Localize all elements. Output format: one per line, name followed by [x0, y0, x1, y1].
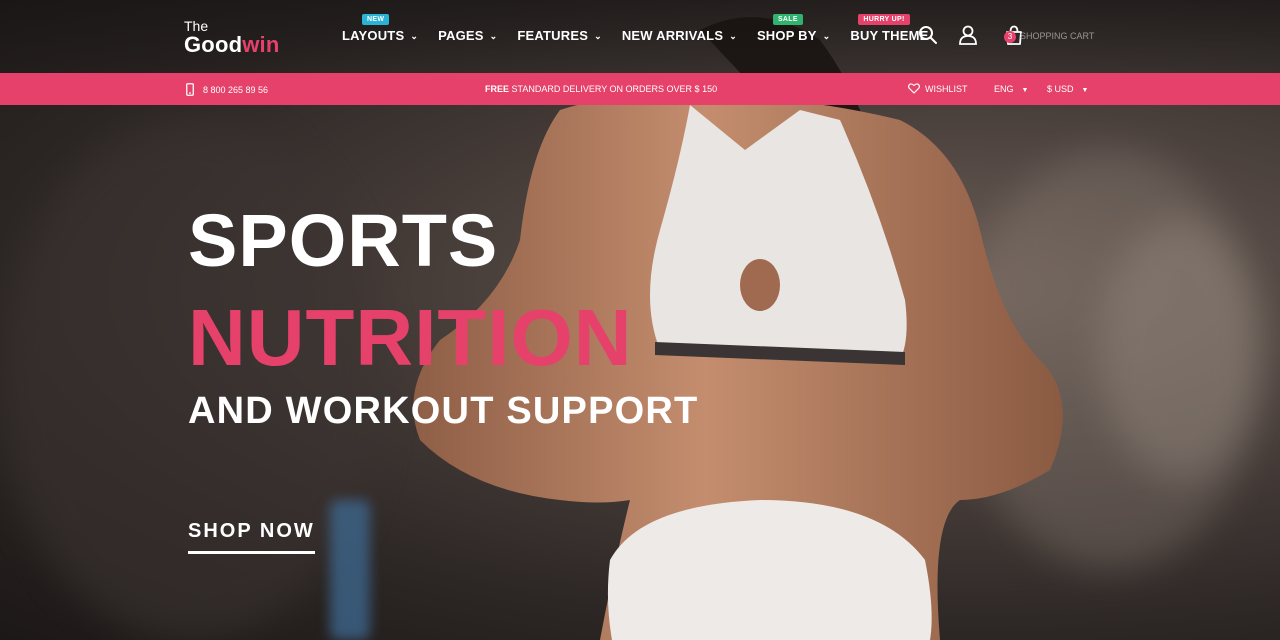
- nav-label: NEW ARRIVALS: [621, 28, 724, 43]
- phone-icon: [186, 83, 194, 96]
- site-header: The Goodwin NEW LAYOUTS ⌄ PAGES ⌄ FEATUR…: [0, 0, 1280, 73]
- chevron-down-icon: ⌄: [489, 31, 498, 41]
- nav-badge-new: NEW: [362, 14, 390, 25]
- main-nav: NEW LAYOUTS ⌄ PAGES ⌄ FEATURES ⌄ NEW ARR…: [342, 14, 949, 43]
- logo[interactable]: The Goodwin: [184, 19, 280, 56]
- nav-item-shop-by[interactable]: SALE SHOP BY ⌄: [756, 14, 831, 43]
- delivery-text: STANDARD DELIVERY ON ORDERS OVER $ 150: [509, 84, 718, 94]
- delivery-bold: FREE: [485, 84, 510, 94]
- language-value: ENG: [994, 84, 1014, 94]
- nav-label: LAYOUTS: [342, 28, 405, 43]
- currency-select[interactable]: $ USD ▼: [1047, 84, 1088, 94]
- hero-title-line1: SPORTS: [188, 199, 499, 282]
- logo-big-text: Goodwin: [184, 32, 280, 57]
- caret-down-icon: ▼: [1021, 87, 1029, 94]
- logo-small-text: The: [184, 18, 209, 34]
- nav-item-layouts[interactable]: NEW LAYOUTS ⌄: [342, 14, 419, 43]
- nav-item-new-arrivals[interactable]: NEW ARRIVALS ⌄: [622, 28, 737, 43]
- wishlist-label: WISHLIST: [925, 83, 968, 94]
- nav-label: SHOP BY: [756, 28, 817, 43]
- nav-badge-sale: SALE: [772, 14, 803, 25]
- caret-down-icon: ▼: [1081, 87, 1089, 94]
- phone-contact[interactable]: 8 800 265 89 56: [186, 83, 268, 96]
- heart-icon: [908, 83, 920, 94]
- chevron-down-icon: ⌄: [729, 31, 737, 41]
- delivery-notice: FREE STANDARD DELIVERY ON ORDERS OVER $ …: [485, 84, 717, 94]
- hero-title-line2: NUTRITION: [188, 293, 633, 382]
- nav-badge-hurry-up: HURRY UP!: [858, 14, 910, 25]
- language-select[interactable]: ENG ▼: [994, 84, 1028, 94]
- nav-item-pages[interactable]: PAGES ⌄: [438, 28, 497, 43]
- cart-label[interactable]: SHOPPING CART: [1020, 31, 1094, 41]
- wishlist-link[interactable]: WISHLIST: [908, 83, 968, 94]
- chevron-down-icon: ⌄: [410, 31, 419, 41]
- nav-label: PAGES: [438, 28, 484, 43]
- nav-item-buy-theme[interactable]: HURRY UP! BUY THEME: [850, 14, 929, 43]
- user-icon[interactable]: [958, 25, 978, 45]
- hero-subtitle: AND WORKOUT SUPPORT: [188, 390, 699, 432]
- header-actions: 3 SHOPPING CART: [918, 25, 1094, 45]
- phone-number: 8 800 265 89 56: [203, 84, 269, 95]
- shop-now-button[interactable]: SHOP NOW: [188, 520, 315, 554]
- nav-item-features[interactable]: FEATURES ⌄: [517, 28, 601, 43]
- cart-count-badge: 3: [1004, 31, 1016, 43]
- nav-label: BUY THEME: [850, 28, 929, 43]
- promo-bar: 8 800 265 89 56 FREE STANDARD DELIVERY O…: [0, 73, 1280, 105]
- search-icon[interactable]: [918, 25, 938, 45]
- currency-value: $ USD: [1047, 84, 1074, 94]
- chevron-down-icon: ⌄: [594, 31, 602, 41]
- chevron-down-icon: ⌄: [822, 31, 831, 41]
- nav-label: FEATURES: [517, 28, 589, 43]
